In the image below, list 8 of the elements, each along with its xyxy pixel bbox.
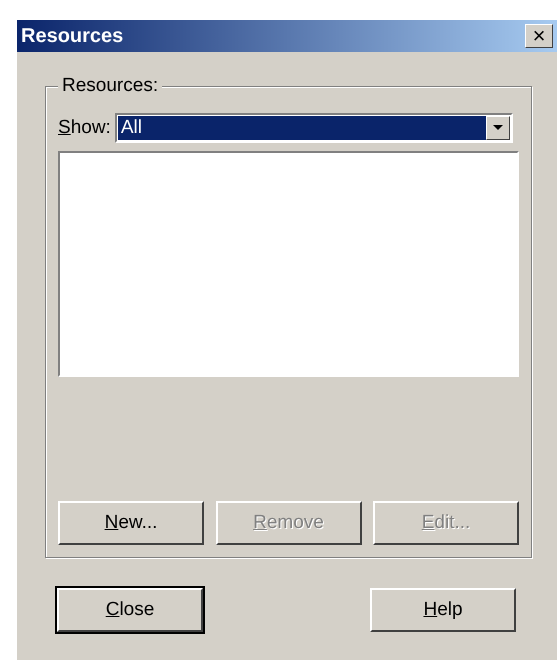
new-button[interactable]: New... [58, 501, 204, 545]
show-label: Show: [58, 117, 111, 139]
window-title: Resources [21, 24, 124, 48]
close-button[interactable]: Close [57, 588, 203, 632]
help-button[interactable]: Help [370, 588, 516, 632]
show-dropdown[interactable]: All [114, 113, 513, 143]
dropdown-value: All [118, 116, 486, 140]
close-button[interactable]: × [525, 24, 553, 48]
